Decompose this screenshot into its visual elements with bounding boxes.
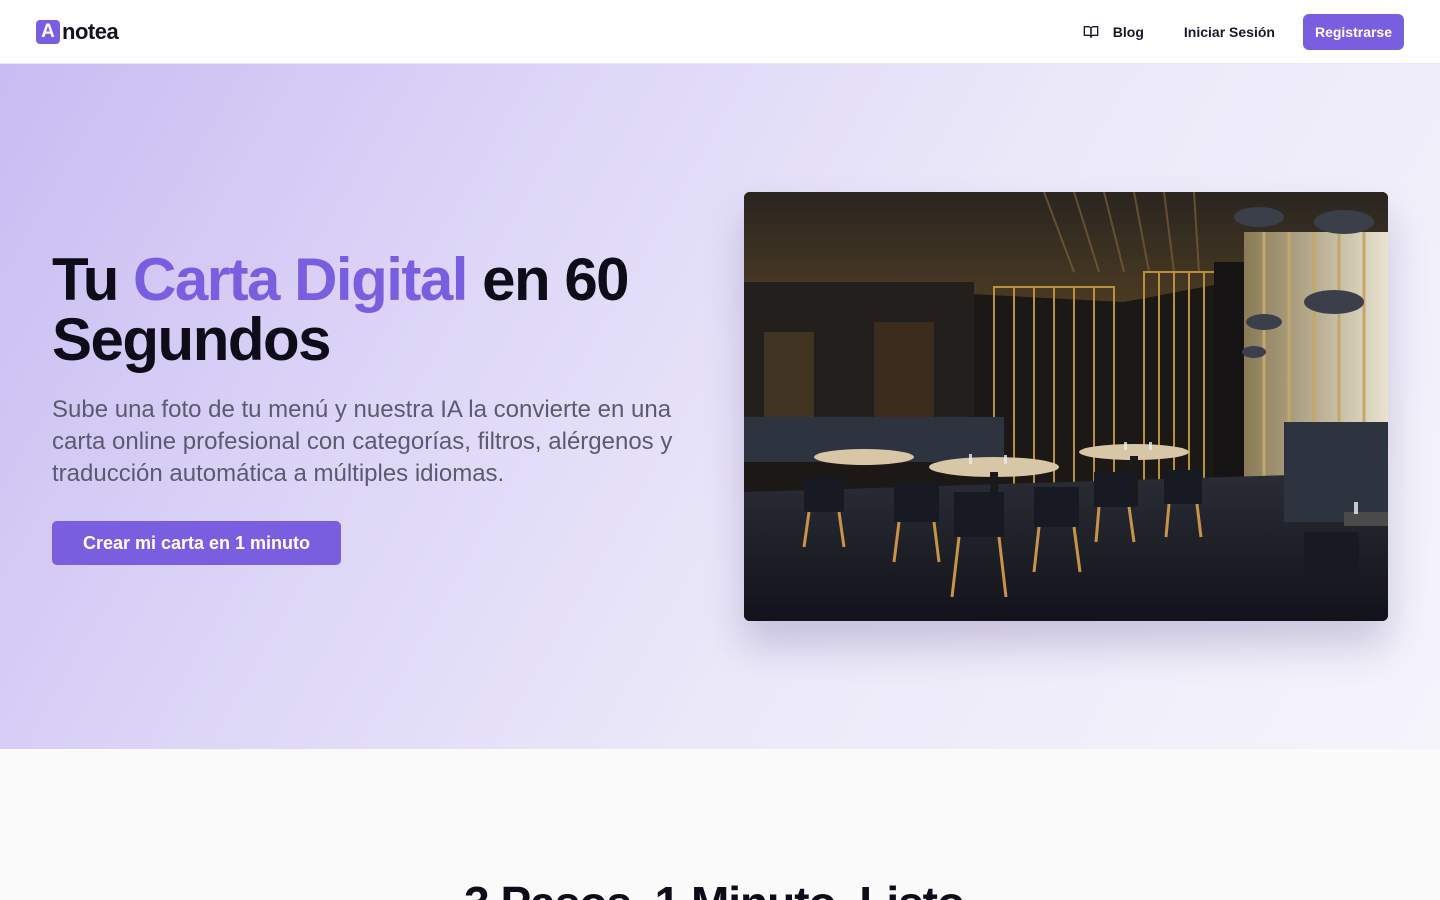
nav-blog-label: Blog xyxy=(1112,24,1144,40)
logo[interactable]: A notea xyxy=(36,19,119,44)
hero-title-start: Tu xyxy=(52,246,134,313)
nav-blog-link[interactable]: Blog xyxy=(1071,14,1156,50)
hero-title: Tu Carta Digital en 60 Segundos xyxy=(52,250,712,370)
create-menu-button[interactable]: Crear mi carta en 1 minuto xyxy=(52,521,341,565)
hero-section: Tu Carta Digital en 60 Segundos Sube una… xyxy=(0,64,1440,749)
steps-title: 3 Pasos. 1 Minuto. Listo. xyxy=(0,873,1440,900)
top-nav: Blog Iniciar Sesión Registrarse xyxy=(1071,14,1404,50)
site-header: A notea Blog Iniciar Sesión Registrarse xyxy=(0,0,1440,64)
hero-restaurant-image xyxy=(744,192,1388,621)
hero-subtitle: Sube una foto de tu menú y nuestra IA la… xyxy=(52,396,673,487)
restaurant-illustration xyxy=(744,192,1388,621)
logo-mark: A xyxy=(36,20,60,44)
register-button[interactable]: Registrarse xyxy=(1302,14,1404,50)
book-open-icon xyxy=(1083,26,1099,38)
hero-title-accent: Carta Digital xyxy=(133,246,468,313)
login-link[interactable]: Iniciar Sesión xyxy=(1168,14,1291,50)
steps-section: 3 Pasos. 1 Minuto. Listo. xyxy=(0,749,1440,900)
logo-wordmark: notea xyxy=(62,19,119,44)
